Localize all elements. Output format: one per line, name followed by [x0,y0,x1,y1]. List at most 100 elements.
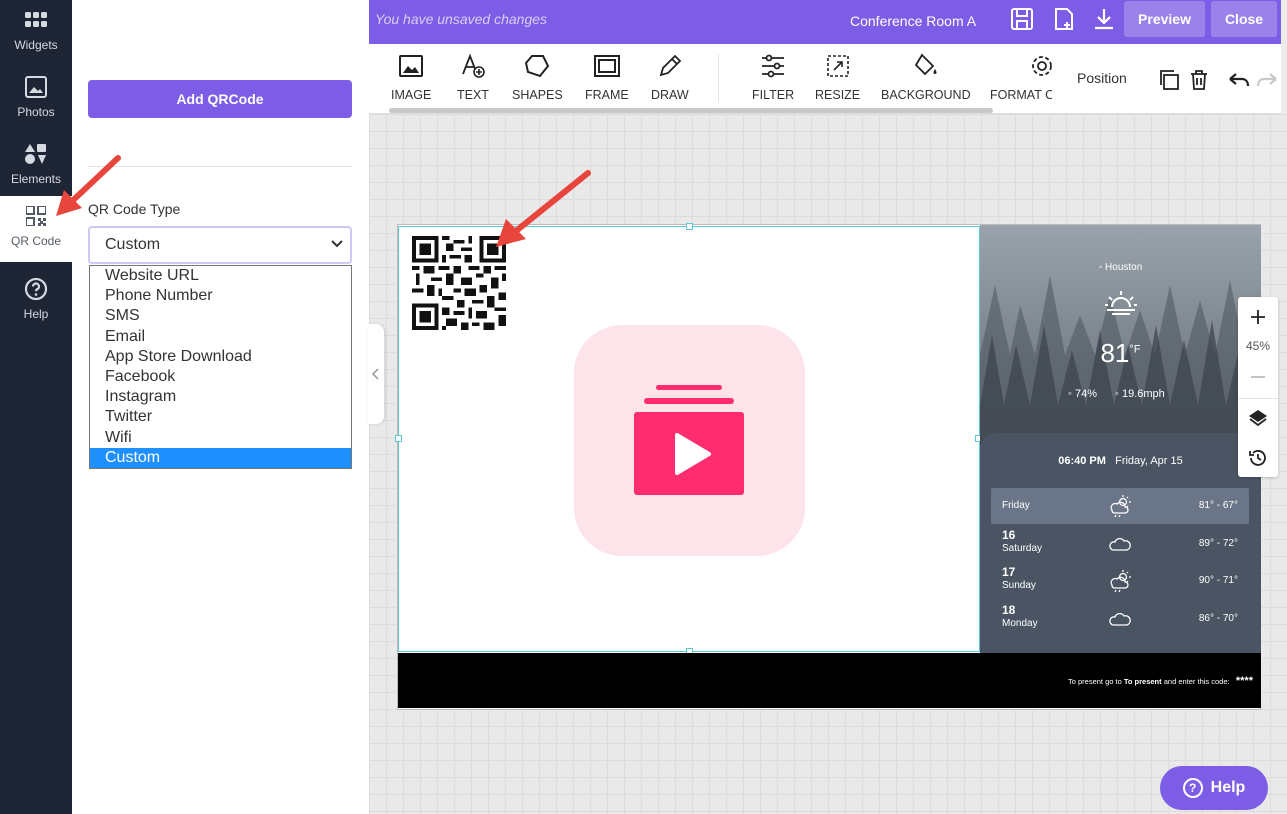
panel-collapse-handle[interactable] [368,324,384,424]
qr-type-label: QR Code Type [88,201,181,217]
pencil-icon [659,54,682,77]
rail-item-qr-code[interactable]: QR Code [0,196,72,262]
qr-code-image[interactable] [412,236,506,330]
present-instructions: To present go to To present and enter th… [1068,675,1253,687]
tool-label: FORMAT C [990,88,1052,102]
forecast-row: 17 Sunday 90° - 71° [991,563,1249,599]
preview-button[interactable]: Preview [1124,1,1205,37]
tool-image[interactable]: IMAGE [391,52,431,102]
sliders-icon [762,54,785,78]
tool-format[interactable]: FORMAT C [990,52,1052,102]
download-icon[interactable] [1091,6,1117,32]
wind-icon: ◦ [1115,388,1122,400]
qr-type-option[interactable]: Twitter [90,407,351,427]
forecast-day-num: 17 [1002,565,1016,579]
resize-handle[interactable] [686,223,693,230]
forecast-row: 16 Saturday 89° - 72° [991,526,1249,562]
qr-code-icon [24,204,48,228]
forecast-time: 06:40 PM [1058,455,1106,467]
weather-temp: 81°F [980,338,1261,369]
forecast-day-name: Monday [1002,618,1038,629]
left-rail: Widgets Photos Elements QR Code Help [0,0,72,814]
forecast-card: 06:40 PM Friday, Apr 15 Friday 81° - 67°… [980,433,1261,653]
sunrise-icon [1105,291,1137,315]
position-button[interactable]: Position [1077,70,1127,86]
image-icon [399,55,424,77]
tool-resize[interactable]: RESIZE [815,52,860,102]
layers-icon [1249,410,1267,427]
forecast-day-name: Friday [1002,500,1030,511]
history-button[interactable] [1238,443,1278,473]
rail-label-widgets: Widgets [14,38,58,52]
layers-button[interactable] [1238,403,1278,433]
qr-type-option[interactable]: Wifi [90,428,351,448]
present-text-pre: To present go to [1067,677,1124,686]
plus-icon [1251,310,1265,324]
rail-label-help: Help [23,307,49,321]
sun-rain-icon [1110,495,1131,518]
forecast-row: 18 Monday 86° - 70° [991,601,1249,637]
redo-icon[interactable] [1255,70,1279,90]
duplicate-icon[interactable] [1157,68,1181,92]
room-name: Conference Room A [850,13,977,29]
add-qrcode-button[interactable]: Add QRCode [88,80,352,118]
qr-type-dropdown: Website URL Phone Number SMS Email App S… [89,265,352,469]
video-tile[interactable] [574,325,805,556]
qr-type-option[interactable]: App Store Download [90,347,351,367]
tool-label: FILTER [752,88,795,102]
cloud-icon [1109,612,1131,626]
tool-draw[interactable]: DRAW [651,52,689,102]
present-code-bar[interactable]: To present go to To present and enter th… [398,653,1261,708]
help-button-label: Help [1210,779,1246,796]
rail-item-photos[interactable]: Photos [0,67,72,133]
present-text-post: and enter this code: [1161,677,1230,686]
tool-text[interactable]: TEXT [457,52,489,102]
slide-main-area [398,225,980,653]
weather-temp-value: 81 [1100,338,1130,368]
paint-bucket-icon [914,53,937,76]
toolbar-scrollbar[interactable] [389,108,993,113]
widgets-icon [24,8,48,32]
save-as-icon[interactable] [1051,6,1077,32]
chevron-down-icon [331,240,343,248]
qr-type-option[interactable]: Facebook [90,367,351,387]
help-circle-icon [24,277,48,301]
trash-icon[interactable] [1187,68,1211,92]
qr-type-option[interactable]: Email [90,327,351,347]
toolbar-divider [718,54,719,102]
qr-type-option[interactable]: Website URL [90,266,351,286]
minus-icon [1251,376,1265,378]
qr-type-option-selected[interactable]: Custom [90,447,351,468]
photos-icon [24,75,48,99]
qr-type-option[interactable]: Instagram [90,387,351,407]
save-icon[interactable] [1009,6,1035,32]
qr-panel: Add QRCode QR Code Type Custom Website U… [72,0,369,814]
undo-icon[interactable] [1227,70,1251,90]
forecast-day-name: Sunday [1002,580,1036,591]
rail-item-help[interactable]: Help [0,269,72,335]
tool-label: DRAW [651,88,689,102]
history-icon [1249,450,1266,466]
zoom-in-button[interactable] [1238,303,1278,331]
zoom-out-button[interactable] [1238,363,1278,391]
close-button[interactable]: Close [1211,1,1277,37]
rail-item-widgets[interactable]: Widgets [0,0,72,66]
help-button[interactable]: ? Help [1160,766,1268,810]
forecast-range: 89° - 72° [1198,538,1238,549]
tool-frame[interactable]: FRAME [585,52,629,102]
resize-handle[interactable] [395,435,402,442]
rail-item-elements[interactable]: Elements [0,134,72,200]
qr-type-option[interactable]: Phone Number [90,286,351,306]
video-play-icon [634,385,744,495]
qr-type-select[interactable]: Custom [88,226,352,264]
sun-rain-icon [1110,570,1131,593]
tool-filter[interactable]: FILTER [752,52,794,102]
weather-widget[interactable]: ◦ Houston 81°F ◦ 74% ◦ 19.6mph 06:40 PM … [980,225,1261,653]
tool-background[interactable]: BACKGROUND [881,52,971,102]
tool-shapes[interactable]: SHAPES [512,52,563,102]
zoom-level: 45% [1245,339,1271,353]
tool-label: RESIZE [815,88,861,102]
tool-label: BACKGROUND [881,88,971,102]
top-bar: You have unsaved changes Conference Room… [369,0,1281,44]
qr-type-option[interactable]: SMS [90,306,351,326]
